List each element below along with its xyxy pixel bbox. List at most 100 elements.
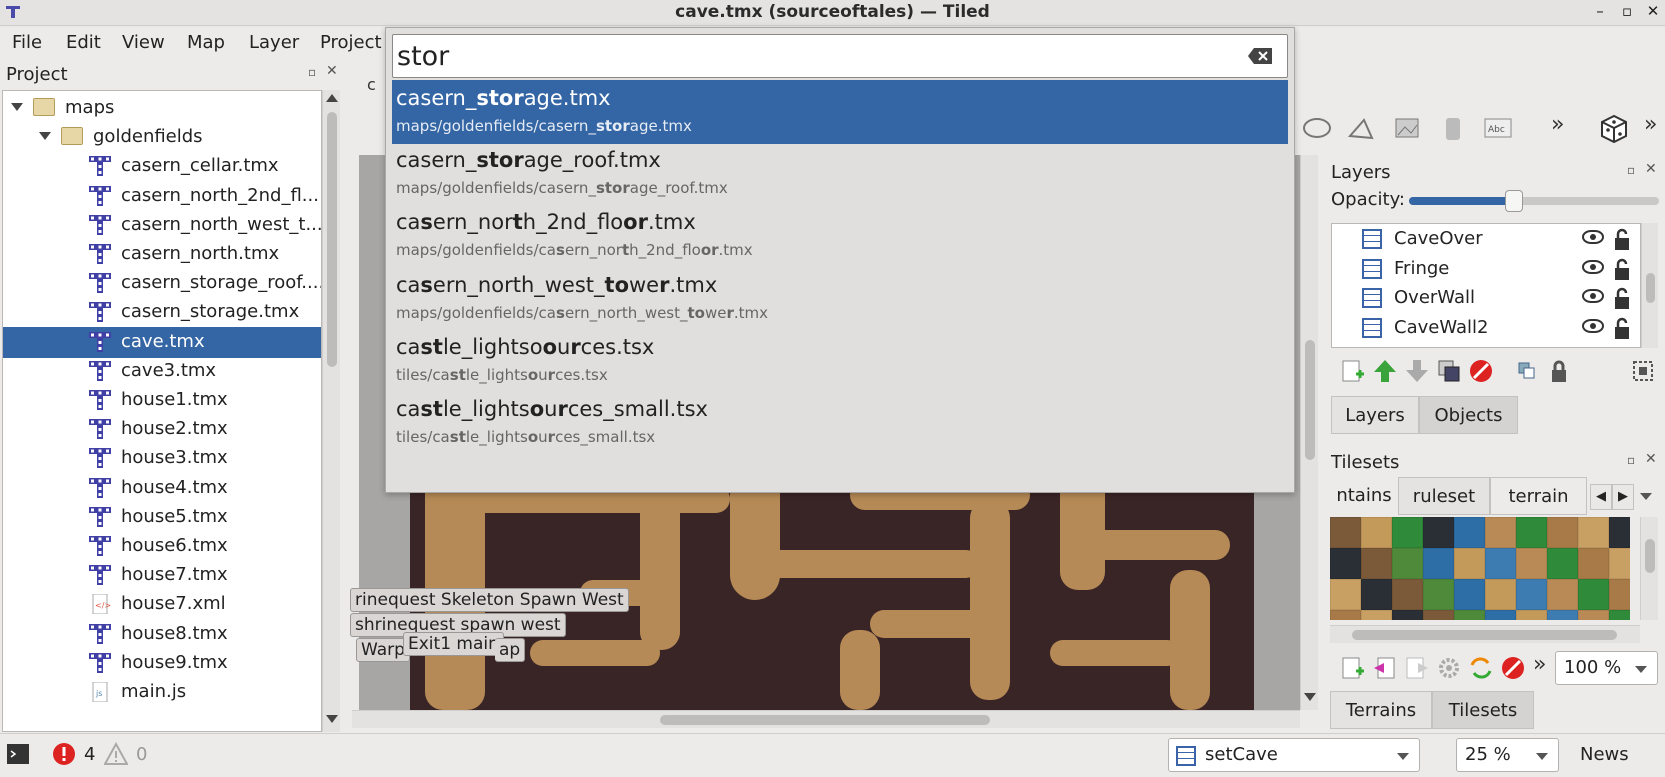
tab-scroll-right-icon[interactable]: ▶ — [1612, 484, 1634, 510]
replace-tileset-icon[interactable] — [1468, 655, 1494, 681]
ellipse-tool-icon[interactable] — [1302, 116, 1332, 144]
menu-map[interactable]: Map — [187, 32, 225, 53]
insert-tile-icon[interactable] — [1393, 116, 1423, 144]
tree-file-item[interactable]: house5.tmx — [3, 502, 321, 533]
menu-edit[interactable]: Edit — [66, 32, 101, 53]
scroll-thumb[interactable] — [1645, 539, 1655, 573]
panel-float-icon[interactable]: ▫ — [1627, 163, 1635, 177]
tileset-tile[interactable] — [1361, 517, 1392, 548]
map-vertical-scrollbar[interactable] — [1300, 155, 1318, 710]
tileset-tile[interactable] — [1485, 579, 1516, 610]
tileset-tile[interactable] — [1578, 517, 1609, 548]
tileset-tile[interactable] — [1516, 579, 1547, 610]
tree-folder-item[interactable]: maps — [3, 93, 321, 124]
tileset-tile[interactable] — [1547, 579, 1578, 610]
tree-file-item[interactable]: casern_north.tmx — [3, 239, 321, 270]
tab-objects[interactable]: Objects — [1419, 396, 1518, 434]
tileset-vscrollbar[interactable] — [1640, 517, 1658, 620]
tree-file-item[interactable]: house2.tmx — [3, 414, 321, 445]
lock-icon[interactable] — [1615, 228, 1629, 250]
new-tileset-icon[interactable] — [1340, 655, 1366, 681]
tileset-tile[interactable] — [1361, 579, 1392, 610]
opacity-slider-handle[interactable] — [1505, 190, 1523, 212]
expand-arrow-icon[interactable] — [11, 103, 23, 111]
tileset-tile[interactable] — [1516, 610, 1547, 620]
import-tileset-icon[interactable] — [1372, 655, 1398, 681]
tree-file-item[interactable]: house6.tmx — [3, 531, 321, 562]
search-result-item[interactable]: castle_lightsoources.tsx tiles/castle_lig… — [392, 329, 1288, 393]
visibility-eye-icon[interactable] — [1582, 318, 1604, 333]
scroll-thumb[interactable] — [660, 715, 990, 725]
tileset-properties-gear-icon[interactable] — [1436, 655, 1462, 681]
tree-file-item[interactable]: casern_storage_roof.... — [3, 268, 321, 299]
layer-list-scrollbar[interactable] — [1641, 223, 1658, 348]
tab-scroll-left-icon[interactable]: ◀ — [1590, 484, 1612, 510]
warning-icon[interactable] — [104, 742, 128, 766]
panel-float-icon[interactable]: ▫ — [1627, 453, 1635, 467]
tileset-tile[interactable] — [1578, 548, 1609, 579]
tileset-tile[interactable] — [1392, 517, 1423, 548]
clear-search-icon[interactable] — [1247, 47, 1273, 65]
tileset-tile[interactable] — [1454, 579, 1485, 610]
tileset-zoom-select[interactable]: 100 % — [1555, 651, 1658, 685]
scroll-thumb[interactable] — [327, 112, 337, 367]
tileset-menu-chevron-icon[interactable] — [1640, 493, 1652, 500]
close-window-button[interactable]: ✕ — [1643, 2, 1663, 22]
tileset-tile[interactable] — [1392, 579, 1423, 610]
panel-close-icon[interactable]: ✕ — [1645, 451, 1657, 467]
console-icon[interactable] — [6, 743, 30, 765]
menu-view[interactable]: View — [122, 32, 165, 53]
more-toolbar-icon[interactable]: » — [1644, 112, 1657, 137]
tree-file-item[interactable]: casern_north_2nd_fl... — [3, 181, 321, 212]
raise-layer-icon[interactable] — [1372, 358, 1398, 384]
tileset-tile[interactable] — [1578, 579, 1609, 610]
layer-row[interactable]: OverWall — [1332, 283, 1629, 314]
visibility-eye-icon[interactable] — [1582, 289, 1604, 303]
panel-close-icon[interactable]: ✕ — [1645, 161, 1657, 177]
layer-row[interactable]: CaveOver — [1332, 224, 1629, 255]
menu-project[interactable]: Project — [320, 32, 382, 53]
lock-icon[interactable] — [1615, 258, 1629, 280]
scroll-up-icon[interactable] — [326, 94, 338, 102]
tree-file-item[interactable]: casern_cellar.tmx — [3, 151, 321, 182]
lock-icon[interactable] — [1615, 317, 1629, 339]
select-layer-area-icon[interactable] — [1630, 358, 1656, 384]
map-object-label[interactable]: Warp — [356, 638, 410, 662]
search-input[interactable] — [397, 37, 1217, 75]
tree-file-item[interactable]: </> house7.xml — [3, 589, 321, 620]
tileset-tile[interactable] — [1609, 517, 1630, 548]
scroll-down-icon[interactable] — [326, 715, 338, 723]
map-object-label[interactable]: rinequest Skeleton Spawn West — [350, 588, 629, 612]
tileset-tile[interactable] — [1330, 610, 1361, 620]
export-tileset-icon[interactable] — [1404, 655, 1430, 681]
search-result-item[interactable]: casern_north_2nd_floor.tmx maps/goldenfie… — [392, 204, 1288, 268]
tileset-tile[interactable] — [1330, 517, 1361, 548]
new-layer-icon[interactable] — [1340, 358, 1366, 384]
tileset-tile[interactable] — [1547, 610, 1578, 620]
template-tool-icon[interactable] — [1438, 116, 1468, 144]
visibility-eye-icon[interactable] — [1582, 230, 1604, 244]
show-hide-other-layers-icon[interactable] — [1514, 358, 1540, 384]
remove-tileset-icon[interactable] — [1500, 655, 1526, 681]
tileset-hscrollbar[interactable] — [1330, 625, 1640, 643]
tileset-tile[interactable] — [1454, 548, 1485, 579]
tileset-tile[interactable] — [1361, 548, 1392, 579]
tileset-tab-ruleset[interactable]: ruleset — [1398, 477, 1490, 515]
tileset-tile[interactable] — [1485, 610, 1516, 620]
tree-file-item[interactable]: house1.tmx — [3, 385, 321, 416]
search-result-item[interactable]: castle_lightsources_small.tsx tiles/castl… — [392, 391, 1288, 455]
more-tileset-tools-icon[interactable]: » — [1533, 652, 1546, 677]
tileset-tile[interactable] — [1609, 548, 1630, 579]
map-object-label[interactable]: Exit1 main — [403, 632, 504, 656]
tileset-grid[interactable] — [1330, 517, 1630, 620]
tab-terrains[interactable]: Terrains — [1330, 691, 1432, 729]
tree-file-item[interactable]: cave3.tmx — [3, 356, 321, 387]
tree-file-item[interactable]: cave.tmx — [3, 326, 321, 358]
project-tree-scrollbar[interactable] — [322, 90, 340, 732]
visibility-eye-icon[interactable] — [1582, 259, 1604, 274]
opacity-slider[interactable] — [1409, 190, 1659, 212]
scroll-thumb[interactable] — [1305, 340, 1315, 460]
tileset-tile[interactable] — [1423, 548, 1454, 579]
tileset-tile[interactable] — [1392, 548, 1423, 579]
panel-float-icon[interactable]: ▫ — [308, 65, 316, 79]
